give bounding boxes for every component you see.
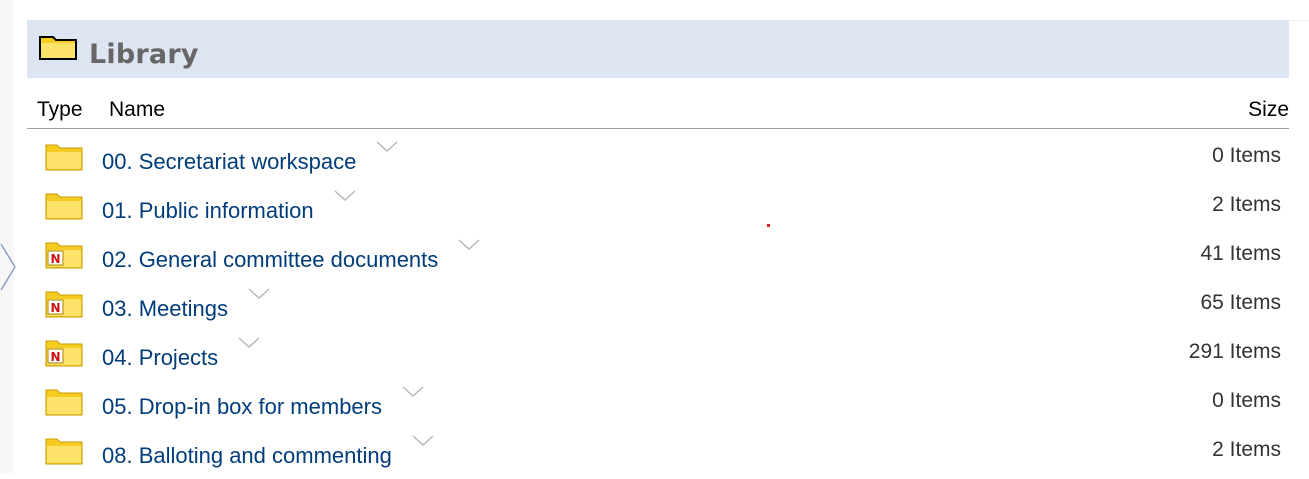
item-size: 65 Items bbox=[1200, 291, 1281, 314]
library-list: 00. Secretariat workspace 0 Items 01. Pu… bbox=[27, 136, 1289, 479]
chevron-down-icon[interactable] bbox=[248, 288, 270, 300]
item-size: 0 Items bbox=[1212, 144, 1281, 167]
folder-link[interactable]: 03. Meetings bbox=[102, 296, 228, 322]
item-size: 0 Items bbox=[1212, 389, 1281, 412]
chevron-down-icon[interactable] bbox=[238, 337, 260, 349]
list-item[interactable]: 05. Drop-in box for members 0 Items bbox=[27, 381, 1289, 430]
chevron-right-icon[interactable] bbox=[0, 240, 18, 294]
list-item[interactable]: 01. Public information 2 Items bbox=[27, 185, 1289, 234]
chevron-down-icon[interactable] bbox=[402, 386, 424, 398]
new-folder-icon[interactable]: N bbox=[45, 240, 83, 270]
new-folder-icon[interactable]: N bbox=[45, 338, 83, 368]
folder-link[interactable]: 01. Public information bbox=[102, 198, 314, 224]
column-header-row: Type Name Size bbox=[27, 84, 1289, 129]
list-item[interactable]: N 02. General committee documents 41 Ite… bbox=[27, 234, 1289, 283]
red-dot-marker bbox=[767, 224, 770, 227]
new-badge: N bbox=[50, 350, 60, 364]
folder-link[interactable]: 02. General committee documents bbox=[102, 247, 438, 273]
folder-link[interactable]: 05. Drop-in box for members bbox=[102, 394, 382, 420]
column-header-name[interactable]: Name bbox=[109, 98, 165, 122]
list-item[interactable]: N 04. Projects 291 Items bbox=[27, 332, 1289, 381]
column-header-size[interactable]: Size bbox=[1248, 98, 1289, 122]
folder-link[interactable]: 00. Secretariat workspace bbox=[102, 149, 356, 175]
folder-icon[interactable] bbox=[45, 436, 83, 466]
chevron-down-icon[interactable] bbox=[376, 141, 398, 153]
item-size: 2 Items bbox=[1212, 193, 1281, 216]
left-edge bbox=[0, 0, 14, 473]
folder-link[interactable]: 08. Balloting and commenting bbox=[102, 443, 392, 469]
chevron-down-icon[interactable] bbox=[412, 435, 434, 447]
list-item[interactable]: 08. Balloting and commenting 2 Items bbox=[27, 430, 1289, 479]
list-item[interactable]: 00. Secretariat workspace 0 Items bbox=[27, 136, 1289, 185]
top-strip bbox=[27, 0, 1309, 21]
column-header-type[interactable]: Type bbox=[37, 98, 83, 122]
new-badge: N bbox=[50, 252, 60, 266]
folder-link[interactable]: 04. Projects bbox=[102, 345, 218, 371]
item-size: 2 Items bbox=[1212, 438, 1281, 461]
chevron-down-icon[interactable] bbox=[334, 190, 356, 202]
library-panel: Library Type Name Size 00. Secretariat w… bbox=[27, 0, 1309, 473]
folder-icon[interactable] bbox=[45, 142, 83, 172]
folder-icon bbox=[39, 36, 77, 60]
new-badge: N bbox=[50, 301, 60, 315]
chevron-down-icon[interactable] bbox=[458, 239, 480, 251]
folder-icon[interactable] bbox=[45, 191, 83, 221]
new-folder-icon[interactable]: N bbox=[45, 289, 83, 319]
item-size: 41 Items bbox=[1200, 242, 1281, 265]
library-header: Library bbox=[27, 20, 1289, 78]
item-size: 291 Items bbox=[1188, 340, 1281, 363]
library-title[interactable]: Library bbox=[89, 39, 199, 70]
folder-icon[interactable] bbox=[45, 387, 83, 417]
list-item[interactable]: N 03. Meetings 65 Items bbox=[27, 283, 1289, 332]
